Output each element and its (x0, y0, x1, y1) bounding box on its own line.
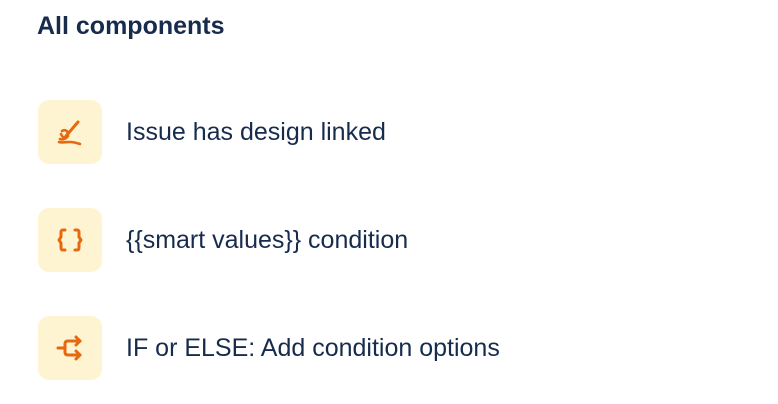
branch-icon (56, 335, 82, 361)
component-list: Issue has design linked {{smart values}}… (38, 100, 738, 404)
component-item-smart-values-condition[interactable]: {{smart values}} condition (38, 208, 738, 272)
section-heading: All components (37, 12, 225, 40)
brush-icon (57, 120, 82, 146)
component-label: {{smart values}} condition (126, 226, 409, 254)
component-item-issue-has-design-linked[interactable]: Issue has design linked (38, 100, 738, 164)
component-icon-tile (38, 208, 102, 272)
component-label: IF or ELSE: Add condition options (126, 334, 500, 362)
curly-braces-icon (57, 228, 83, 252)
component-icon-tile (38, 100, 102, 164)
component-item-if-or-else[interactable]: IF or ELSE: Add condition options (38, 316, 738, 380)
component-label: Issue has design linked (126, 118, 386, 146)
component-icon-tile (38, 316, 102, 380)
